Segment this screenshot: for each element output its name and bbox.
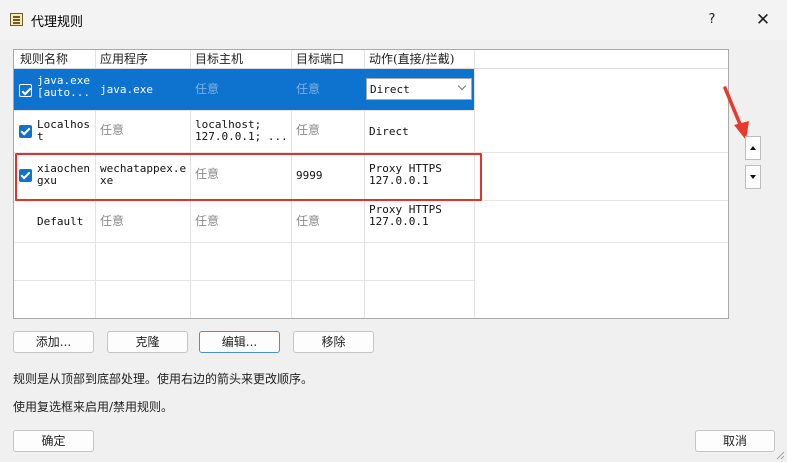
remove-button[interactable]: 移除 (293, 331, 374, 353)
rule-action: Proxy HTTPS 127.0.0.1 (369, 203, 442, 228)
rule-application: wechatappex.e xe (100, 162, 187, 187)
chevron-down-icon (457, 81, 467, 91)
rule-application: 任意 (100, 123, 125, 137)
column-header-target-port[interactable]: 目标端口 (292, 50, 344, 68)
table-row[interactable]: xiaochen gxu wechatappex.e xe 任意 9999 Pr… (14, 153, 728, 201)
column-header-action[interactable]: 动作(直接/拦截) (365, 50, 454, 68)
action-dropdown-value: Direct (370, 83, 410, 96)
move-down-button[interactable] (745, 165, 761, 189)
rule-name: Default (37, 215, 84, 228)
column-header-rule-name[interactable]: 规则名称 (16, 50, 68, 68)
table-row[interactable]: Default 任意 任意 任意 Proxy HTTPS 127.0.0.1 (14, 201, 728, 243)
rule-target-host: 任意 (195, 167, 220, 181)
rule-application: 任意 (100, 214, 125, 228)
column-header-target-host[interactable]: 目标主机 (191, 50, 243, 68)
rule-target-host: localhost; 127.0.0.1; ... (195, 118, 288, 143)
action-dropdown[interactable]: Direct (366, 78, 472, 100)
rule-application: java.exe (100, 83, 153, 96)
table-row[interactable]: Localhos t 任意 localhost; 127.0.0.1; ... … (14, 111, 728, 153)
table-row[interactable]: java.exe [auto... java.exe 任意 任意 Direct (14, 69, 474, 111)
rules-table: 规则名称 应用程序 目标主机 目标端口 动作(直接/拦截) java.exe [… (13, 49, 729, 319)
clone-button[interactable]: 克隆 (107, 331, 188, 353)
rule-enabled-checkbox[interactable] (19, 125, 32, 138)
rule-name: Localhos t (37, 118, 90, 143)
rule-action: Direct (369, 125, 409, 138)
help-button[interactable]: ? (700, 8, 724, 32)
close-button[interactable]: ✕ (750, 8, 776, 32)
rule-name: xiaochen gxu (37, 162, 90, 187)
rule-name: java.exe [auto... (37, 74, 90, 99)
ok-button[interactable]: 确定 (13, 430, 94, 452)
rule-target-port: 任意 (296, 214, 321, 228)
cancel-button[interactable]: 取消 (695, 430, 775, 452)
column-header-application[interactable]: 应用程序 (96, 50, 148, 68)
rules-list-icon (10, 13, 23, 26)
rule-enabled-checkbox[interactable] (19, 169, 32, 182)
rule-action: Proxy HTTPS 127.0.0.1 (369, 162, 442, 187)
rule-target-port: 任意 (296, 123, 321, 137)
rule-enabled-checkbox[interactable] (19, 84, 32, 97)
checkbox-note: 使用复选框来启用/禁用规则。 (13, 400, 174, 414)
rule-target-host: 任意 (195, 82, 220, 96)
move-up-button[interactable] (745, 136, 761, 160)
window-title: 代理规则 (31, 15, 84, 30)
order-note: 规则是从顶部到底部处理。使用右边的箭头来更改顺序。 (13, 372, 314, 386)
rule-target-port: 任意 (296, 82, 321, 96)
red-annotation-arrow-icon (723, 86, 749, 140)
rule-target-port: 9999 (296, 169, 323, 182)
edit-button[interactable]: 编辑... (199, 331, 280, 353)
triangle-up-icon (750, 146, 756, 150)
resize-grip-icon[interactable] (775, 450, 785, 460)
add-button[interactable]: 添加... (13, 331, 94, 353)
title-bar: 代理规则 ? ✕ (0, 0, 787, 40)
triangle-down-icon (750, 175, 756, 179)
rule-target-host: 任意 (195, 214, 220, 228)
empty-row (14, 281, 474, 318)
empty-row (14, 243, 474, 281)
